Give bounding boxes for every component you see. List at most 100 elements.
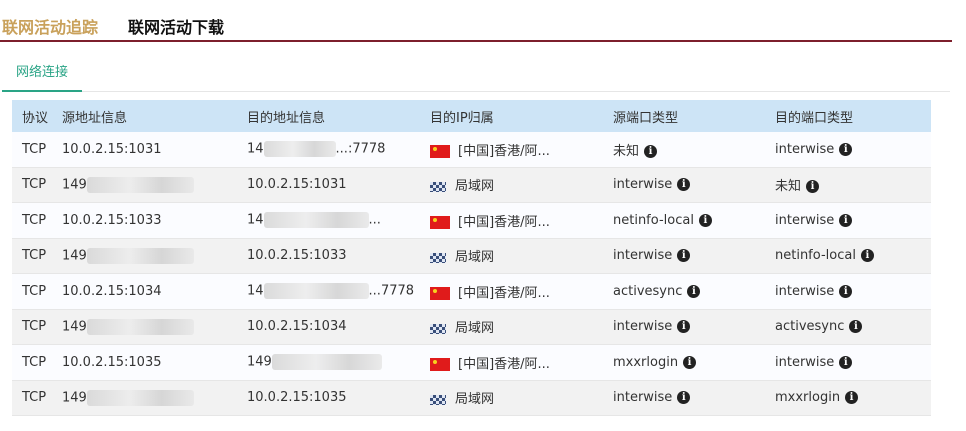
- cell-source-address: 10.0.2.15:1034: [62, 273, 247, 310]
- cell-source-address: 149: [62, 380, 247, 416]
- table-row[interactable]: TCP 149 10.0.2.15:1035 局域网 interwise i mxxrlog…: [12, 380, 931, 416]
- destination-port-type-text: interwise: [775, 354, 835, 370]
- info-icon[interactable]: i: [839, 355, 853, 369]
- connections-table: 协议 源地址信息 目的地址信息 目的IP归属 源端口类型 目的端口类型 TCP 1…: [12, 100, 931, 416]
- cell-destination-address: 14...: [247, 202, 430, 239]
- cell-protocol: TCP: [12, 309, 62, 345]
- ip-location-text: [中国]香港/阿...: [458, 356, 550, 372]
- destination-address-prefix: 14: [247, 212, 264, 228]
- lan-icon: [430, 323, 446, 334]
- cell-source-port-type: 未知 i: [613, 132, 775, 168]
- source-port-type-text: netinfo-local: [613, 212, 694, 228]
- cell-source-port-type: interwise i: [613, 238, 775, 274]
- cell-destination-port-type: interwise i: [775, 273, 931, 310]
- cell-protocol: TCP: [12, 344, 62, 381]
- col-destination-ip-location: 目的IP归属: [430, 100, 613, 132]
- cell-source-port-type: interwise i: [613, 380, 775, 416]
- ip-location-text: [中国]香港/阿...: [458, 285, 550, 301]
- destination-address-text: 10.0.2.15:1034: [247, 319, 347, 335]
- info-icon[interactable]: i: [683, 355, 697, 369]
- destination-port-type-text: interwise: [775, 283, 835, 299]
- lan-icon: [430, 181, 446, 192]
- info-icon[interactable]: i: [806, 180, 820, 194]
- destination-address-suffix: ...7778: [368, 283, 415, 299]
- info-icon[interactable]: i: [687, 284, 701, 298]
- table-row[interactable]: TCP 149 10.0.2.15:1031 局域网 interwise i 未知 i: [12, 167, 931, 203]
- info-icon[interactable]: i: [849, 320, 863, 334]
- info-icon[interactable]: i: [677, 320, 691, 334]
- subtab-network-connections[interactable]: 网络连接: [2, 60, 82, 92]
- table-header-row: 协议 源地址信息 目的地址信息 目的IP归属 源端口类型 目的端口类型: [12, 100, 931, 132]
- table-row[interactable]: TCP 10.0.2.15:1033 14... [中国]香港/阿... netinfo…: [12, 202, 931, 239]
- info-icon[interactable]: i: [677, 178, 691, 192]
- cell-ip-location: 局域网: [430, 309, 613, 345]
- cell-source-port-type: netinfo-local i: [613, 202, 775, 239]
- source-address-text: 10.0.2.15:1035: [62, 354, 162, 370]
- cell-destination-address: 14 ...7778: [247, 273, 430, 310]
- cell-destination-port-type: 未知 i: [775, 167, 931, 203]
- table-row[interactable]: TCP 10.0.2.15:1035 149 [中国]香港/阿... mxxrlogin…: [12, 344, 931, 381]
- destination-port-type-text: activesync: [775, 319, 845, 335]
- cell-destination-port-type: activesync i: [775, 309, 931, 345]
- source-address-prefix: 149: [62, 248, 87, 264]
- destination-address-prefix: 149: [247, 354, 272, 370]
- ip-location-text: [中国]香港/阿...: [458, 143, 550, 159]
- cell-ip-location: [中国]香港/阿...: [430, 132, 613, 168]
- sub-tab-bar: 网络连接: [2, 60, 950, 92]
- redacted-blur: [263, 283, 369, 300]
- cell-protocol: TCP: [12, 238, 62, 274]
- source-port-type-text: interwise: [613, 390, 673, 406]
- destination-address-suffix: ...: [368, 212, 381, 228]
- destination-address-text: 10.0.2.15:1033: [247, 248, 347, 264]
- cell-source-port-type: interwise i: [613, 167, 775, 203]
- table-row[interactable]: TCP 149 10.0.2.15:1034 局域网 interwise i actives…: [12, 309, 931, 345]
- cell-source-address: 10.0.2.15:1033: [62, 202, 247, 239]
- cell-destination-port-type: interwise i: [775, 202, 931, 239]
- info-icon[interactable]: i: [845, 391, 859, 405]
- cell-ip-location: 局域网: [430, 380, 613, 416]
- table-row[interactable]: TCP 10.0.2.15:1031 14 ...:7778 [中国]香港/阿... 未知…: [12, 132, 931, 168]
- cell-ip-location: [中国]香港/阿...: [430, 202, 613, 239]
- col-destination-port-type: 目的端口类型: [775, 100, 931, 132]
- top-tab-bar: 联网活动追踪 联网活动下载: [0, 0, 952, 42]
- destination-address-prefix: 14: [247, 283, 264, 299]
- destination-port-type-text: mxxrlogin: [775, 390, 841, 406]
- ip-location-text: 局域网: [455, 250, 495, 266]
- cell-destination-port-type: interwise i: [775, 344, 931, 381]
- destination-address-prefix: 14: [247, 141, 264, 157]
- china-flag-icon: [430, 357, 450, 371]
- cell-destination-address: 14 ...:7778: [247, 132, 430, 168]
- table-row[interactable]: TCP 149 10.0.2.15:1033 局域网 interwise i netinfo…: [12, 238, 931, 274]
- redacted-blur: [86, 176, 194, 193]
- cell-source-port-type: mxxrlogin i: [613, 344, 775, 381]
- info-icon[interactable]: i: [860, 249, 874, 263]
- source-port-type-text: 未知: [613, 143, 640, 159]
- info-icon[interactable]: i: [839, 284, 853, 298]
- tab-activity-download[interactable]: 联网活动下载: [128, 14, 224, 38]
- info-icon[interactable]: i: [644, 144, 658, 158]
- lan-icon: [430, 252, 446, 263]
- destination-port-type-text: interwise: [775, 141, 835, 157]
- source-address-prefix: 149: [62, 390, 87, 406]
- tab-activity-tracking[interactable]: 联网活动追踪: [2, 14, 98, 38]
- info-icon[interactable]: i: [839, 213, 853, 227]
- info-icon[interactable]: i: [698, 213, 712, 227]
- info-icon[interactable]: i: [677, 391, 691, 405]
- source-port-type-text: interwise: [613, 177, 673, 193]
- destination-port-type-text: netinfo-local: [775, 248, 856, 264]
- col-source-port-type: 源端口类型: [613, 100, 775, 132]
- cell-ip-location: 局域网: [430, 238, 613, 274]
- destination-port-type-text: 未知: [775, 179, 802, 195]
- info-icon[interactable]: i: [839, 142, 853, 156]
- info-icon[interactable]: i: [677, 249, 691, 263]
- source-address-prefix: 149: [62, 177, 87, 193]
- table-row[interactable]: TCP 10.0.2.15:1034 14 ...7778 [中国]香港/阿... act…: [12, 273, 931, 310]
- cell-source-address: 149: [62, 238, 247, 274]
- cell-protocol: TCP: [12, 202, 62, 239]
- redacted-blur: [271, 354, 382, 371]
- destination-address-suffix: ...:7778: [335, 141, 386, 157]
- redacted-blur: [86, 247, 194, 264]
- ip-location-text: [中国]香港/阿...: [458, 214, 550, 230]
- cell-destination-port-type: interwise i: [775, 132, 931, 168]
- source-address-text: 10.0.2.15:1031: [62, 141, 162, 157]
